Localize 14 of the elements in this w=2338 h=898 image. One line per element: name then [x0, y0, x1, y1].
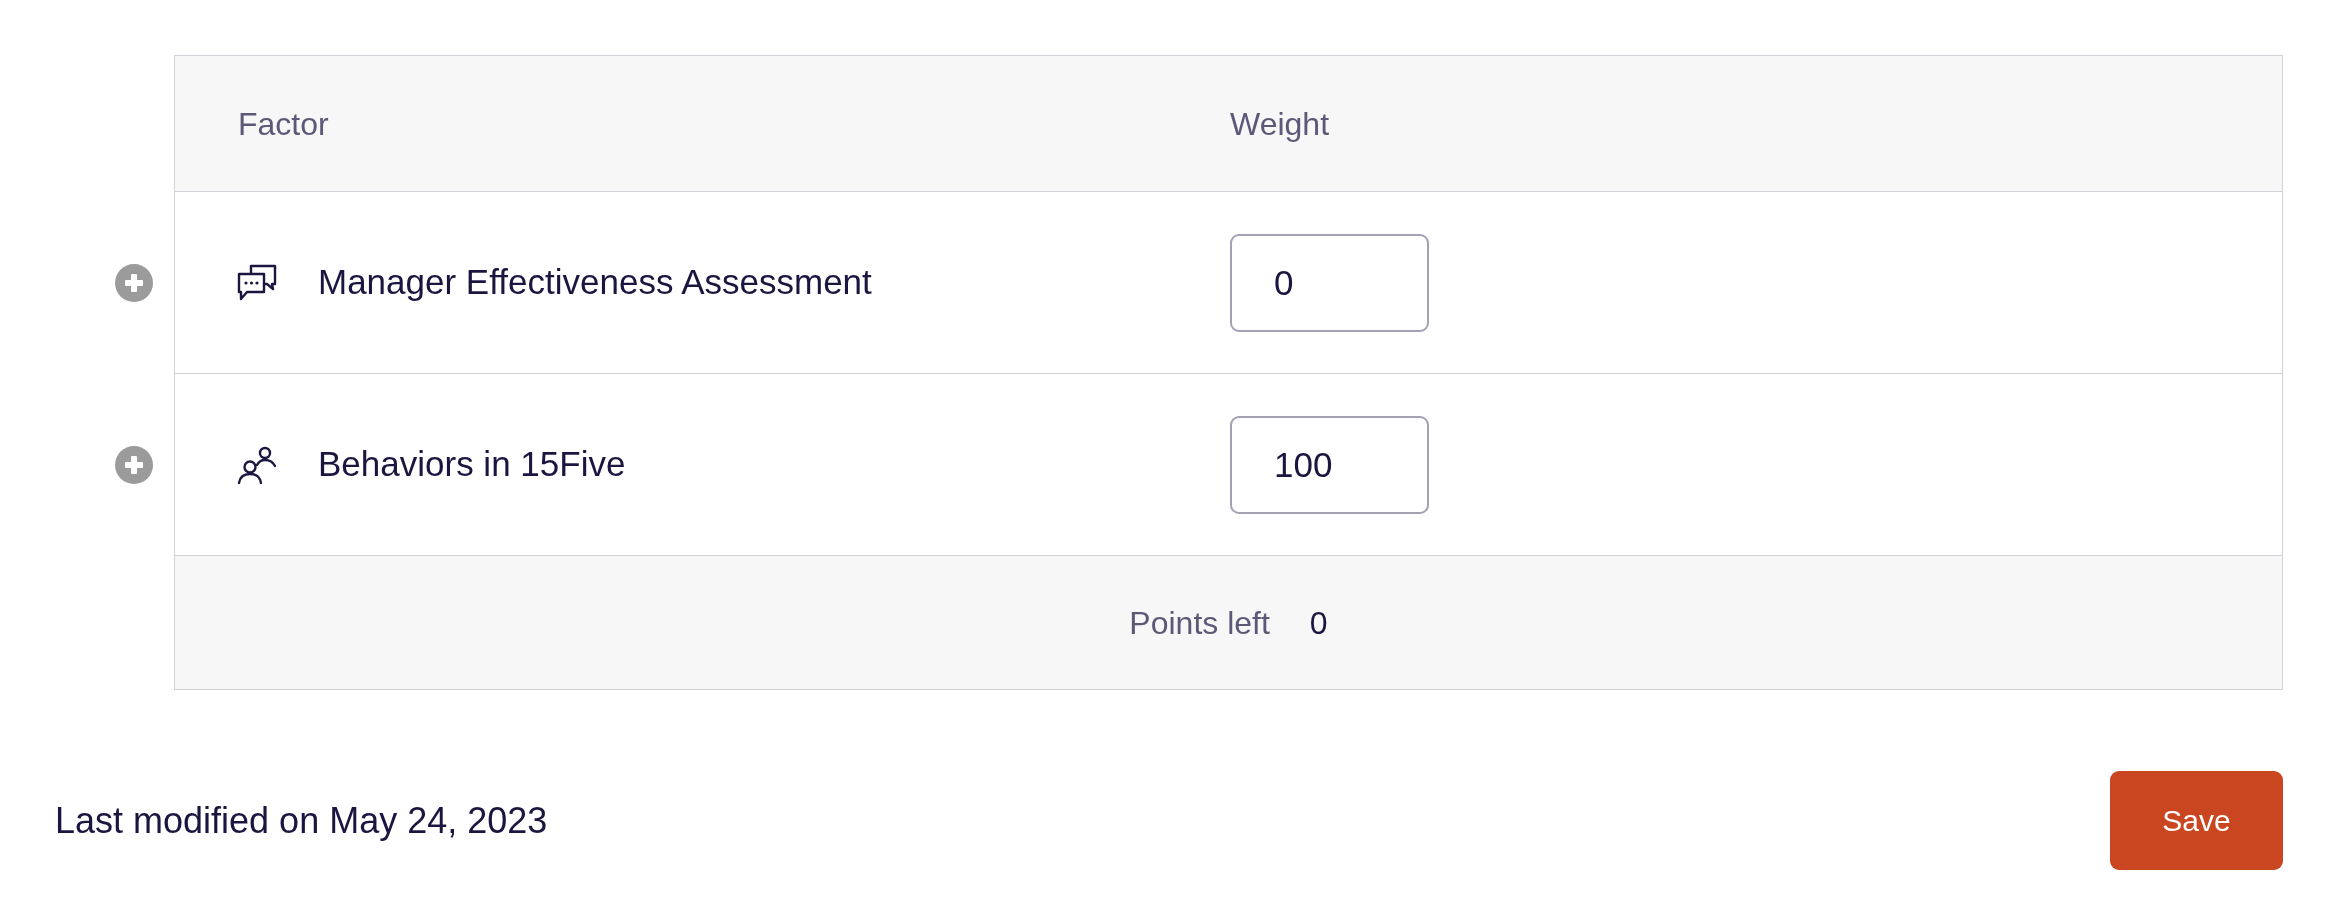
- weight-input[interactable]: 0: [1230, 233, 1429, 332]
- people-icon: [237, 445, 277, 484]
- points-left-label: Points left: [1129, 603, 1270, 643]
- plus-circle-icon[interactable]: [115, 446, 153, 484]
- points-left-value: 0: [1309, 603, 1328, 643]
- plus-circle-icon[interactable]: [115, 264, 153, 302]
- chat-bubbles-icon: [237, 263, 277, 302]
- factor-name: Behaviors in 15Five: [318, 443, 626, 486]
- save-button[interactable]: Save: [2110, 771, 2283, 870]
- weight-input[interactable]: 100: [1230, 415, 1429, 514]
- column-header: Factor: [238, 105, 329, 142]
- factor-name: Manager Effectiveness Assessment: [318, 261, 872, 304]
- column-header: Weight: [1230, 105, 1329, 142]
- last-modified-text: Last modified on May 24, 2023: [55, 798, 548, 843]
